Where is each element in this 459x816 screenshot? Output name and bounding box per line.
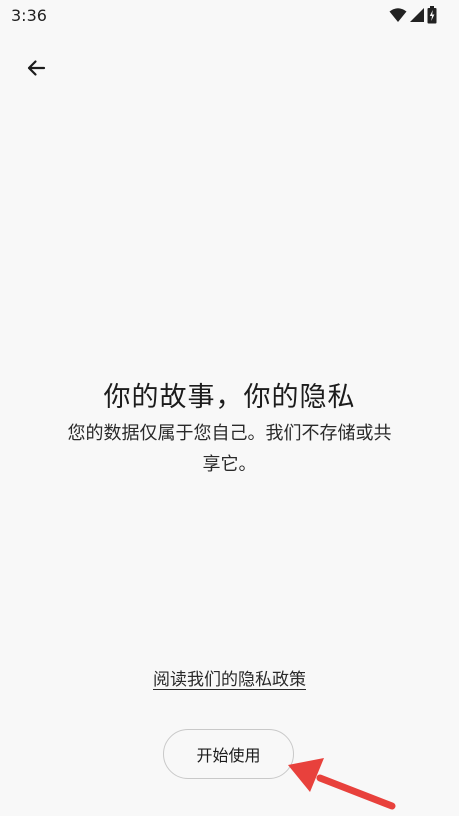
status-icons xyxy=(389,6,437,24)
status-bar: 3:36 xyxy=(0,0,459,32)
status-time: 3:36 xyxy=(11,6,47,25)
onboarding-screen: 3:36 你的故事，你的隐私 您的数据仅属于您自己。我们不存储或共享它。 阅读我… xyxy=(0,0,459,816)
page-title: 你的故事，你的隐私 xyxy=(103,382,356,413)
main-content: 你的故事，你的隐私 您的数据仅属于您自己。我们不存储或共享它。 xyxy=(0,378,459,480)
back-arrow-icon xyxy=(27,60,46,76)
annotation-arrow-icon xyxy=(288,758,396,810)
wifi-icon xyxy=(389,8,407,22)
battery-charging-icon xyxy=(427,6,437,24)
privacy-description: 您的数据仅属于您自己。我们不存储或共享它。 xyxy=(67,423,392,475)
start-button[interactable]: 开始使用 xyxy=(163,729,294,779)
cellular-signal-icon xyxy=(410,8,424,22)
back-button[interactable] xyxy=(16,48,56,88)
privacy-policy-link[interactable]: 阅读我们的隐私政策 xyxy=(0,668,459,692)
